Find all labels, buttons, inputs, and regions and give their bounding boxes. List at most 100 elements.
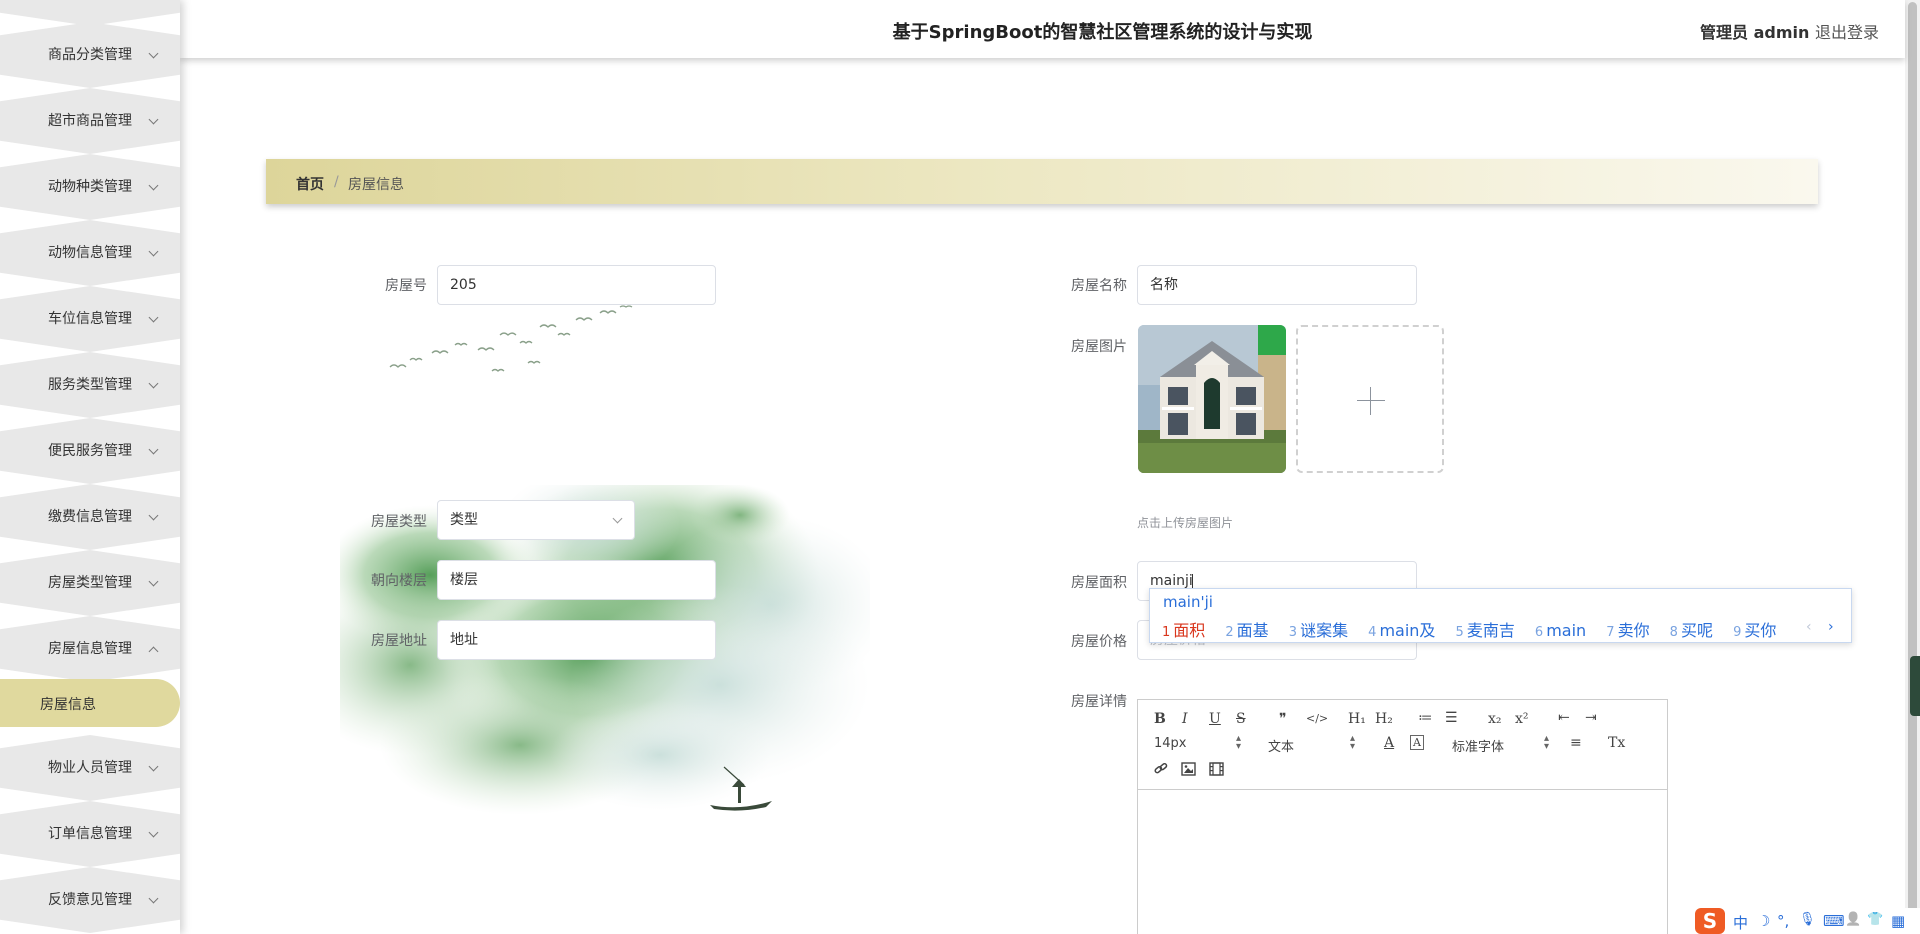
details-label: 房屋详情 — [1071, 694, 1127, 710]
sidebar-item-service-type[interactable]: 服务类型管理 — [0, 352, 180, 418]
ime-candidate-number: 8 — [1669, 625, 1678, 640]
ime-candidate-number: 5 — [1455, 625, 1464, 640]
align-button[interactable]: ≡ — [1570, 735, 1582, 751]
sidebar-item-property-staff[interactable]: 物业人员管理 — [0, 735, 180, 801]
sidebar-item-payment[interactable]: 缴费信息管理 — [0, 484, 180, 550]
sidebar-item-parking[interactable]: 车位信息管理 — [0, 286, 180, 352]
sidebar-item-label: 房屋类型管理 — [48, 575, 132, 591]
sidebar-item-label: 服务类型管理 — [48, 377, 132, 393]
house-name-input[interactable]: 名称 — [1137, 265, 1417, 305]
house-image — [1138, 325, 1286, 473]
floor-input[interactable]: 楼层 — [437, 560, 716, 600]
sidebar-item-goods-category[interactable]: 商品分类管理 — [0, 22, 180, 88]
sidebar-item-house-info[interactable]: 房屋信息管理 — [0, 616, 180, 682]
h2-button[interactable]: H₂ — [1375, 711, 1393, 727]
house-no-input[interactable]: 205 — [437, 265, 716, 305]
ime-candidate[interactable]: 5 麦南吉 — [1456, 617, 1515, 641]
sidebar: 商品分类管理 超市商品管理 动物种类管理 动物信息管理 车位信息管理 服务类型管… — [0, 0, 180, 934]
font-color-button[interactable]: A — [1384, 735, 1394, 751]
sidebar-item-supermarket-goods[interactable]: 超市商品管理 — [0, 88, 180, 154]
strike-button[interactable]: S — [1236, 711, 1246, 727]
sidebar-item-house-type[interactable]: 房屋类型管理 — [0, 550, 180, 616]
side-widget-tab[interactable] — [1910, 656, 1920, 716]
quote-button[interactable]: ❞ — [1279, 711, 1287, 727]
font-family-select[interactable]: 标准字体 ▴ ▾ — [1452, 734, 1552, 756]
sidebar-item-label: 商品分类管理 — [48, 47, 132, 63]
ime-candidate-number: 1 — [1162, 625, 1171, 640]
italic-button[interactable]: I — [1182, 711, 1188, 727]
ime-candidate-text: 谜案集 — [1300, 621, 1349, 640]
breadcrumb-separator: / — [334, 174, 339, 190]
chevron-down-icon — [148, 576, 159, 587]
sidebar-item-animal-species[interactable]: 动物种类管理 — [0, 154, 180, 220]
breadcrumb-home[interactable]: 首页 — [296, 174, 324, 194]
punctuation-icon[interactable]: °, — [1777, 912, 1789, 930]
sidebar-item-convenience-service[interactable]: 便民服务管理 — [0, 418, 180, 484]
chevron-down-icon — [148, 180, 159, 191]
ime-prev-page[interactable]: ‹ — [1806, 619, 1812, 635]
video-icon[interactable] — [1209, 762, 1224, 776]
logout-link[interactable]: 退出登录 — [1815, 19, 1879, 43]
ime-next-page[interactable]: › — [1828, 619, 1834, 635]
ime-candidate[interactable]: 3 谜案集 — [1289, 617, 1348, 641]
user-icon[interactable]: 👤 — [1845, 912, 1861, 927]
sidebar-subitem-house-info[interactable]: 房屋信息 — [0, 679, 180, 727]
image-upload-button[interactable] — [1296, 325, 1444, 473]
address-input[interactable]: 地址 — [437, 620, 716, 660]
house-image-label: 房屋图片 — [1071, 339, 1127, 355]
chevron-down-icon — [148, 827, 159, 838]
scrollbar-thumb[interactable] — [1908, 2, 1917, 932]
keyboard-icon[interactable]: ⌨ — [1823, 912, 1845, 930]
sidebar-item-orders[interactable]: 订单信息管理 — [0, 801, 180, 867]
bold-button[interactable]: B — [1154, 711, 1166, 727]
ordered-list-button[interactable]: ≔ — [1418, 710, 1432, 726]
language-toggle[interactable]: 中 — [1733, 912, 1748, 933]
sidebar-item-animal-info[interactable]: 动物信息管理 — [0, 220, 180, 286]
sogou-logo-icon[interactable]: S — [1695, 908, 1725, 934]
subscript-button[interactable]: x₂ — [1488, 711, 1502, 727]
bullet-list-button[interactable]: ☰ — [1445, 710, 1458, 726]
plus-icon — [1357, 400, 1385, 401]
ime-candidate[interactable]: 7 卖你 — [1606, 617, 1649, 641]
font-size-select[interactable]: 14px ▴ ▾ — [1154, 734, 1244, 752]
ime-candidate[interactable]: 1 面积 — [1162, 617, 1205, 641]
sidebar-item-feedback[interactable]: 反馈意见管理 — [0, 867, 180, 933]
chevron-down-icon — [148, 761, 159, 772]
h1-button[interactable]: H₁ — [1348, 711, 1366, 727]
house-type-value: 类型 — [450, 512, 478, 528]
microphone-icon[interactable]: 🎙 — [1799, 912, 1816, 927]
page-title: 基于SpringBoot的智慧社区管理系统的设计与实现 — [892, 22, 1313, 43]
moon-icon[interactable]: ☽ — [1757, 912, 1770, 930]
code-button[interactable]: </> — [1306, 712, 1328, 725]
background-color-button[interactable]: A — [1410, 735, 1424, 750]
outdent-button[interactable]: ⇤ — [1558, 710, 1570, 726]
ime-candidate[interactable]: 2 面基 — [1225, 617, 1268, 641]
sidebar-item-label: 房屋信息管理 — [48, 641, 132, 657]
sidebar-item-label: 物业人员管理 — [48, 760, 132, 776]
ime-candidate-number: 4 — [1368, 625, 1377, 640]
sidebar-item-label: 动物信息管理 — [48, 245, 132, 261]
toolbox-icon[interactable]: ▦ — [1891, 912, 1905, 930]
address-label: 房屋地址 — [371, 633, 427, 649]
indent-button[interactable]: ⇥ — [1585, 710, 1597, 726]
ime-candidate-text: main及 — [1379, 621, 1436, 640]
underline-button[interactable]: U — [1209, 711, 1221, 727]
image-icon[interactable] — [1181, 762, 1196, 776]
birds-decoration — [389, 305, 633, 372]
clean-format-button[interactable]: Tx — [1608, 735, 1625, 751]
ime-candidate[interactable]: 9 买你 — [1733, 617, 1776, 641]
chevron-down-icon — [148, 444, 159, 455]
format-select[interactable]: 文本 ▴ ▾ — [1268, 734, 1358, 756]
ime-candidate-window: main'ji 1 面积 2 面基 3 谜案集 4 main及 5 麦南吉 6 main 7… — [1149, 588, 1852, 643]
ime-candidate-text: main — [1546, 621, 1587, 640]
link-icon[interactable] — [1154, 762, 1168, 776]
house-type-select[interactable]: 类型 — [437, 500, 635, 540]
ime-candidate[interactable]: 4 main及 — [1368, 617, 1435, 641]
ime-candidate[interactable]: 8 买呢 — [1670, 617, 1713, 641]
skin-icon[interactable]: 👕 — [1867, 912, 1883, 927]
ime-candidate-number: 3 — [1288, 625, 1298, 640]
house-photo[interactable] — [1138, 325, 1286, 473]
ime-candidate[interactable]: 6 main — [1535, 621, 1586, 640]
page-scrollbar[interactable] — [1905, 0, 1920, 934]
superscript-button[interactable]: x² — [1515, 711, 1529, 727]
